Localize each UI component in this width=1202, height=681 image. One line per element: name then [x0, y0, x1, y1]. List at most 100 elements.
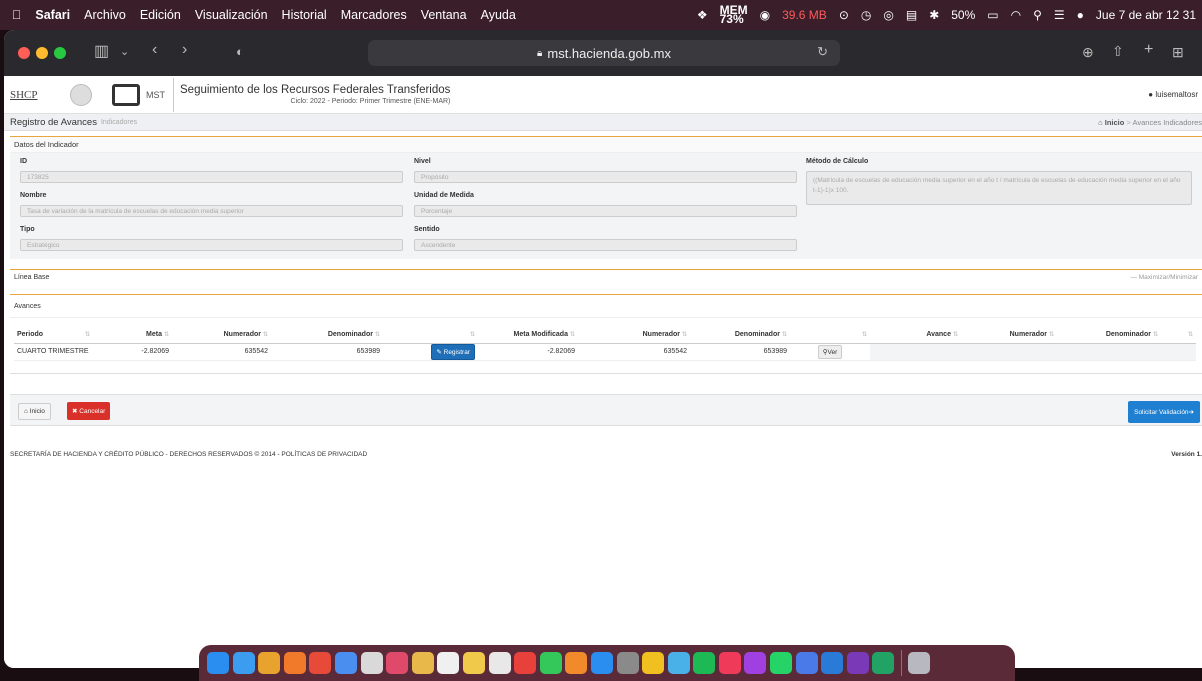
chrome-icon[interactable]	[309, 652, 332, 674]
col-blank-2[interactable]: ⇅	[790, 326, 870, 344]
launchpad-icon[interactable]	[258, 652, 281, 674]
play-icon[interactable]: ⊙	[839, 8, 849, 22]
col-numerador-3[interactable]: Numerador ⇅	[961, 326, 1057, 344]
menu-ayuda[interactable]: Ayuda	[481, 8, 516, 22]
minimize-window-button[interactable]	[36, 47, 48, 59]
finder-icon[interactable]	[207, 652, 229, 674]
apple-icon[interactable]: 	[12, 8, 21, 22]
tab-overview-icon[interactable]: ⊞	[1172, 44, 1184, 61]
safari-icon[interactable]	[232, 652, 255, 674]
inicio-button[interactable]: ⌂ Inicio	[18, 403, 51, 420]
col-blank-3[interactable]: ⇅	[1161, 326, 1196, 344]
calendar-icon[interactable]	[437, 652, 460, 674]
system-preferences-icon[interactable]	[616, 652, 639, 674]
col-numerador-2[interactable]: Numerador ⇅	[578, 326, 690, 344]
onenote-icon[interactable]	[846, 652, 869, 674]
siri-icon[interactable]: ●	[1077, 8, 1084, 22]
music-icon[interactable]	[718, 652, 741, 674]
privacy-shield-icon[interactable]: ◐	[236, 44, 244, 59]
solicitar-validacion-button[interactable]: Solicitar Validación➔	[1128, 401, 1200, 423]
linea-base-header[interactable]: Línea Base — Maximizar/Minimizar	[10, 270, 1202, 285]
menu-app-name[interactable]: Safari	[35, 8, 70, 22]
col-meta[interactable]: Meta ⇅	[93, 326, 172, 344]
home-icon: ⌂	[24, 408, 28, 415]
menu-edicion[interactable]: Edición	[140, 8, 181, 22]
datos-heading: Datos del Indicador	[10, 137, 1202, 153]
tipo-field[interactable]: Estratégico	[20, 239, 403, 251]
reload-icon[interactable]: ↻	[817, 44, 828, 60]
books-icon[interactable]	[565, 652, 588, 674]
col-periodo[interactable]: Periodo ⇅	[14, 326, 93, 344]
metodo-textarea[interactable]: ((Matrícula de escuelas de educación med…	[806, 171, 1192, 205]
registrar-button[interactable]: ✎ Registrar	[431, 343, 475, 360]
col-avance[interactable]: Avance ⇅	[870, 326, 961, 344]
whatsapp-icon[interactable]	[770, 652, 793, 674]
col-denominador-3[interactable]: Denominador ⇅	[1057, 326, 1161, 344]
chevron-down-icon[interactable]: ⌄	[120, 45, 129, 58]
share-icon[interactable]: ⇧	[1112, 43, 1124, 60]
textedit-icon[interactable]	[488, 652, 511, 674]
dropbox-icon[interactable]: ❖	[697, 8, 708, 22]
nombre-field[interactable]: Tasa de variación de la matrícula de esc…	[20, 205, 403, 217]
cancelar-button[interactable]: ✖ Cancelar	[67, 402, 111, 420]
battery-icon[interactable]: ▭	[987, 8, 998, 22]
photos-icon[interactable]	[386, 652, 409, 674]
app-store-icon[interactable]	[590, 652, 613, 674]
nivel-field[interactable]: Propósito	[414, 171, 797, 183]
user-menu[interactable]: ● luisemaltosr	[1148, 90, 1198, 99]
close-window-button[interactable]	[18, 47, 30, 59]
shcp-logo[interactable]: SHCP	[10, 89, 56, 101]
menu-visualizacion[interactable]: Visualización	[195, 8, 268, 22]
menu-archivo[interactable]: Archivo	[84, 8, 126, 22]
maximize-minimize-label: Maximizar/Minimizar	[1138, 274, 1198, 281]
mail-icon[interactable]	[334, 652, 357, 674]
col-blank-1[interactable]: ⇅	[383, 326, 478, 344]
messages-app-icon[interactable]	[795, 652, 818, 674]
search-icon[interactable]: ⚲	[1033, 8, 1042, 22]
zoom-window-button[interactable]	[54, 47, 66, 59]
sentido-field[interactable]: Ascendente	[414, 239, 797, 251]
menu-ventana[interactable]: Ventana	[421, 8, 467, 22]
linea-base-heading: Línea Base	[14, 274, 50, 281]
sketch-icon[interactable]	[642, 652, 665, 674]
id-field[interactable]: 173825	[20, 171, 403, 183]
sidebar-icon[interactable]: ▥	[94, 41, 109, 61]
acrobat-icon[interactable]	[514, 652, 537, 674]
display-icon[interactable]: ▤	[906, 8, 917, 22]
bluetooth-icon[interactable]: ✱	[929, 8, 939, 22]
notes-app-icon[interactable]	[411, 652, 434, 674]
col-denominador[interactable]: Denominador ⇅	[271, 326, 383, 344]
wifi-icon[interactable]: ◠	[1011, 8, 1021, 22]
firefox-icon[interactable]	[283, 652, 306, 674]
keynote-icon[interactable]	[667, 652, 690, 674]
col-meta-modificada[interactable]: Meta Modificada ⇅	[478, 326, 578, 344]
clock-icon[interactable]: ◷	[861, 8, 871, 22]
excel-icon[interactable]	[872, 652, 895, 674]
menu-historial[interactable]: Historial	[282, 8, 327, 22]
control-center-icon[interactable]: ☰	[1054, 8, 1065, 22]
menu-marcadores[interactable]: Marcadores	[341, 8, 407, 22]
datetime[interactable]: Jue 7 de abr 12 31	[1096, 8, 1196, 22]
col-denominador-2[interactable]: Denominador ⇅	[690, 326, 790, 344]
new-tab-icon[interactable]: +	[1144, 41, 1153, 59]
outlook-icon[interactable]	[821, 652, 844, 674]
back-icon[interactable]: ‹	[152, 41, 157, 59]
forward-icon[interactable]: ›	[182, 41, 187, 59]
col-numerador[interactable]: Numerador ⇅	[172, 326, 271, 344]
facetime-icon[interactable]	[539, 652, 562, 674]
unidad-field[interactable]: Porcentaje	[414, 205, 797, 217]
podcasts-icon[interactable]	[744, 652, 767, 674]
calculator-icon[interactable]	[360, 652, 383, 674]
maximize-minimize-toggle[interactable]: — Maximizar/Minimizar	[1130, 274, 1198, 281]
breadcrumb-home[interactable]: Inicio	[1105, 118, 1125, 127]
notes-icon[interactable]	[462, 652, 485, 674]
ver-button[interactable]: ⚲Ver	[817, 344, 843, 359]
activity-icon[interactable]: ◉	[760, 8, 770, 22]
trash-icon[interactable]	[908, 652, 931, 674]
mem-indicator[interactable]: MEM 73%	[720, 4, 748, 25]
spotify-icon[interactable]	[693, 652, 716, 674]
airdrop-icon[interactable]: ◎	[883, 8, 893, 22]
download-icon[interactable]: ⊕	[1082, 44, 1094, 61]
address-bar[interactable]: 🔒︎ mst.hacienda.gob.mx ↻	[368, 40, 840, 66]
table-row: CUARTO TRIMESTRE -2.82069 635542 653989 …	[14, 343, 1196, 361]
